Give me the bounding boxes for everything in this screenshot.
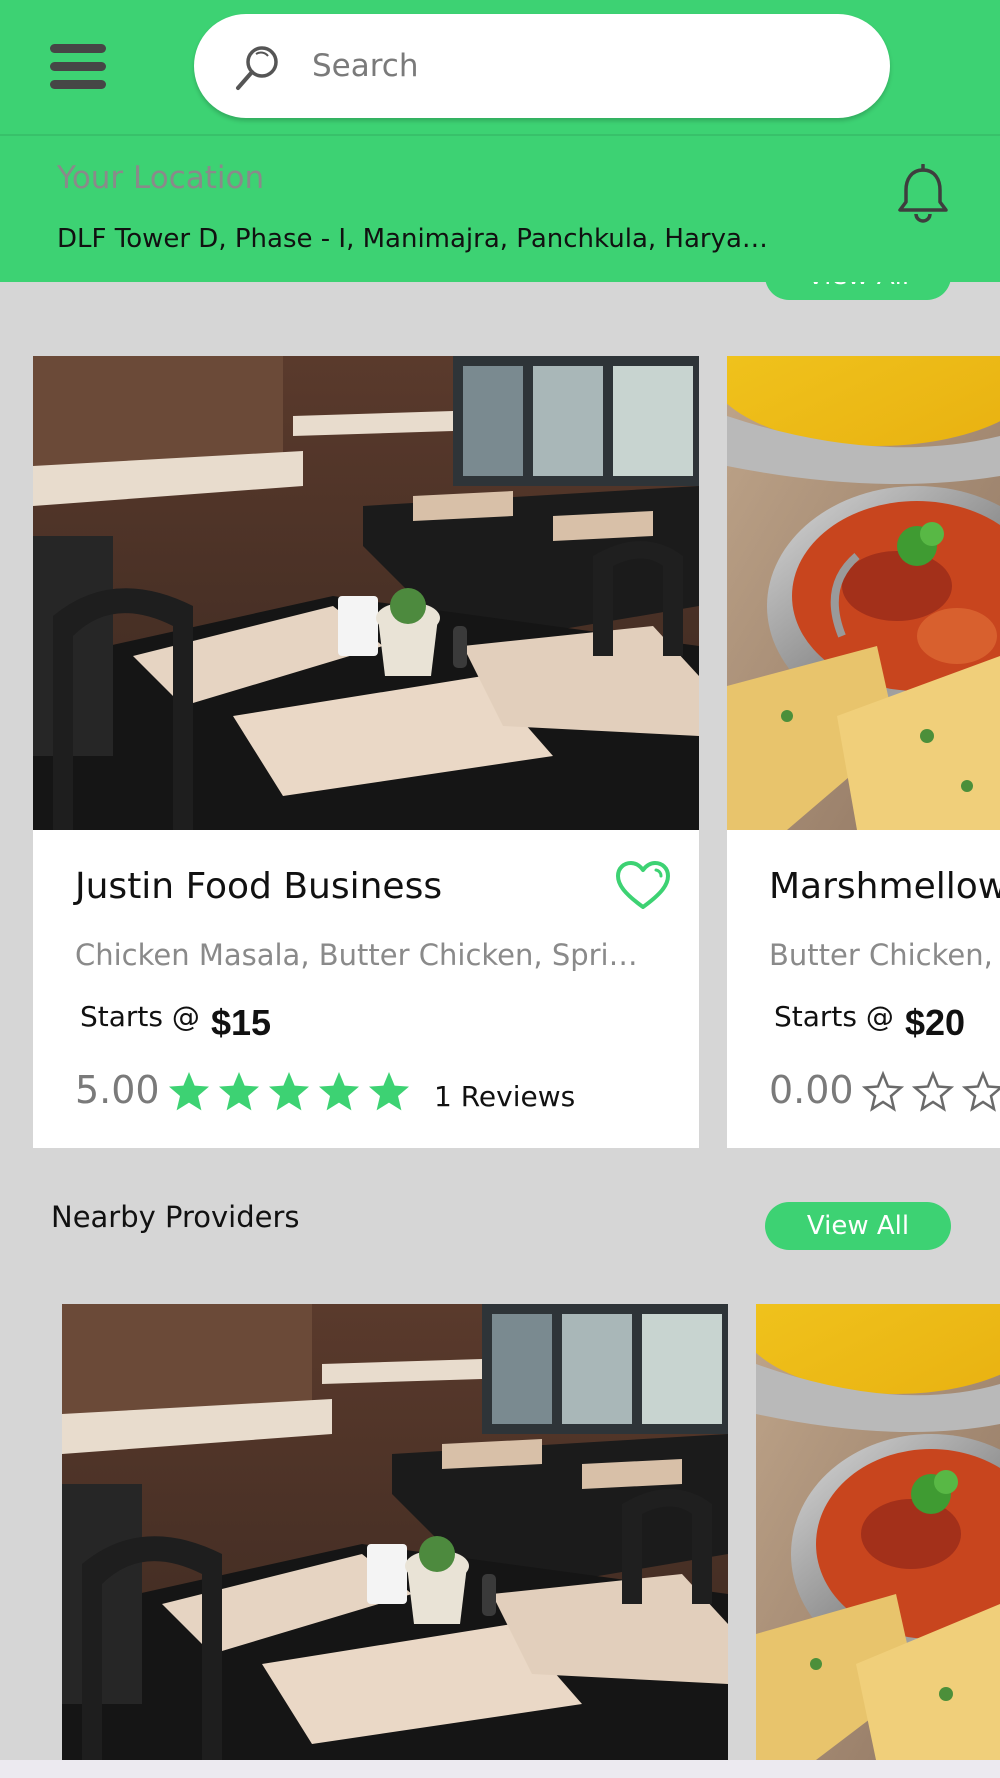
provider-name[interactable]: Marshmellow [769, 866, 1000, 907]
rating-value: 5.00 [75, 1068, 160, 1112]
card-details: Justin Food Business Chicken Masala, But… [33, 830, 699, 1148]
card-details: Marshmellow Butter Chicken, Starts @ $20… [727, 830, 1000, 1148]
header-divider [0, 134, 1000, 136]
app-screen: Your Location DLF Tower D, Phase - I, Ma… [0, 0, 1000, 1778]
provider-dishes: Chicken Masala, Butter Chicken, Sprin… [75, 938, 655, 972]
provider-card[interactable]: Justin Food Business Chicken Masala, But… [33, 356, 699, 1148]
star-filled-icon [169, 1072, 209, 1111]
view-all-nearby-button[interactable]: View All [765, 1202, 951, 1250]
notification-bell-icon[interactable] [894, 164, 952, 226]
starts-label: Starts @ [774, 1000, 894, 1033]
star-empty-icon [961, 1070, 1000, 1112]
star-filled-icon [369, 1072, 409, 1111]
indian-food-image [727, 356, 1000, 830]
indian-food-image [756, 1304, 1000, 1760]
search-icon [236, 46, 278, 90]
restaurant-interior-image [62, 1304, 728, 1760]
rating-stars [167, 1070, 411, 1116]
nearby-provider-card[interactable] [756, 1304, 1000, 1760]
nearby-provider-card[interactable] [62, 1304, 728, 1760]
starting-price: $20 [905, 1002, 966, 1043]
star-filled-icon [319, 1072, 359, 1111]
location-address[interactable]: DLF Tower D, Phase - I, Manimajra, Panch… [57, 224, 777, 254]
search-input[interactable] [312, 36, 852, 96]
top-header: Your Location DLF Tower D, Phase - I, Ma… [0, 0, 1000, 282]
rating-stars [861, 1070, 1000, 1116]
star-empty-icon [911, 1070, 955, 1112]
hamburger-menu-icon[interactable] [48, 42, 110, 94]
provider-dishes: Butter Chicken, [769, 938, 993, 972]
star-empty-icon [861, 1070, 905, 1112]
rating-value: 0.00 [769, 1068, 854, 1112]
starting-price: $15 [211, 1002, 272, 1043]
bottom-edge-bar [0, 1760, 1000, 1778]
starts-label: Starts @ [80, 1000, 200, 1033]
location-label: Your Location [57, 160, 265, 196]
provider-card[interactable]: Marshmellow Butter Chicken, Starts @ $20… [727, 356, 1000, 1148]
star-filled-icon [219, 1072, 259, 1111]
nearby-providers-title: Nearby Providers [51, 1200, 300, 1234]
restaurant-interior-image [33, 356, 699, 830]
review-count[interactable]: 1 Reviews [434, 1080, 575, 1113]
star-filled-icon [269, 1072, 309, 1111]
favorite-heart-icon[interactable] [615, 860, 671, 912]
search-bar[interactable] [194, 14, 890, 118]
provider-name[interactable]: Justin Food Business [75, 866, 442, 907]
